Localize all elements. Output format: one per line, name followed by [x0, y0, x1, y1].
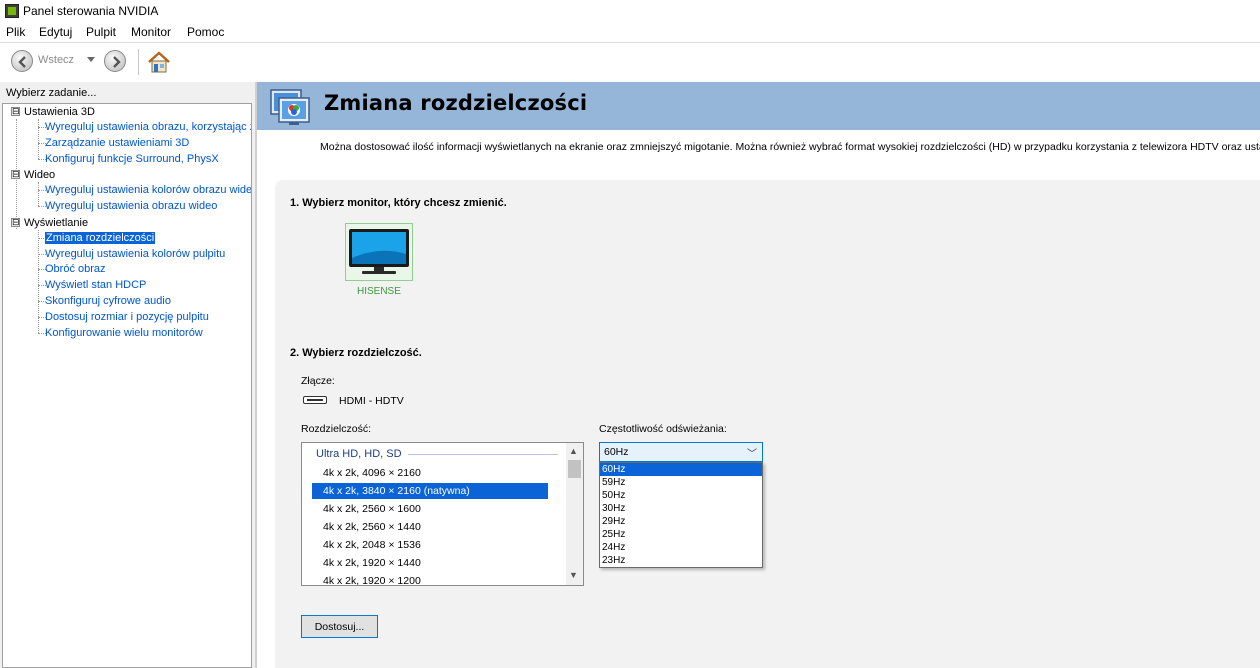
resolution-option[interactable]: 4k x 2k, 1920 × 1440 [312, 555, 548, 571]
monitor-tile[interactable] [345, 223, 413, 281]
connector-label: Złącze: [301, 375, 335, 387]
chevron-down-icon[interactable]: ﹀ [747, 445, 757, 460]
display-settings-icon [270, 89, 310, 125]
tree-group-label: Ustawienia 3D [24, 106, 95, 118]
page-description: Można dostosować ilość informacji wyświe… [320, 141, 1260, 153]
customize-button[interactable]: Dostosuj... [301, 615, 378, 638]
scroll-down-icon[interactable]: ▼ [569, 570, 578, 580]
group-divider [408, 454, 558, 455]
back-arrow-icon[interactable] [11, 50, 33, 72]
task-tree: ⊟ Ustawienia 3D Wyreguluj ustawienia obra… [2, 103, 252, 668]
resolution-group-header: Ultra HD, HD, SD [316, 448, 402, 460]
step2-heading: 2. Wybierz rozdzielczość. [290, 347, 422, 359]
tree-group-label: Wideo [24, 169, 56, 181]
resolution-list[interactable]: Ultra HD, HD, SD 4k x 2k, 4096 × 2160 4k… [301, 442, 584, 586]
tree-line [38, 182, 39, 206]
tree-item-hdcp-status[interactable]: Wyświetl stan HDCP [45, 279, 146, 291]
forward-arrow-icon[interactable] [104, 50, 126, 72]
refresh-option[interactable]: 23Hz [600, 554, 762, 567]
tree-item-adjust-image-settings[interactable]: Wyreguluj ustawienia obrazu, korzystając… [45, 121, 251, 133]
task-panel: Wybierz zadanie... ⊟ Ustawienia 3D Wyregu… [0, 82, 255, 668]
resolution-option[interactable]: 4k x 2k, 4096 × 2160 [312, 465, 548, 481]
scrollbar-thumb[interactable] [568, 460, 581, 478]
refresh-option[interactable]: 30Hz [600, 502, 762, 515]
menu-edit[interactable]: Edytuj [39, 25, 72, 39]
resolution-option-selected[interactable]: 4k x 2k, 3840 × 2160 (natywna) [312, 483, 548, 499]
tree-item-video-color-settings[interactable]: Wyreguluj ustawienia kolorów obrazu wide… [45, 184, 251, 196]
collapse-toggle-icon[interactable]: ⊟ [11, 170, 20, 179]
collapse-toggle-icon[interactable]: ⊟ [11, 218, 20, 227]
refresh-option[interactable]: 50Hz [600, 489, 762, 502]
tree-group-display[interactable]: ⊟ Wyświetlanie [11, 217, 88, 229]
tree-item-video-image-settings[interactable]: Wyreguluj ustawienia obrazu wideo [45, 200, 217, 212]
menu-desktop[interactable]: Pulpit [86, 25, 116, 39]
window-title: Panel sterowania NVIDIA [23, 4, 159, 18]
menu-bar: Plik Edytuj Pulpit Monitor Pomoc [0, 22, 1260, 42]
tree-item-desktop-size-position[interactable]: Dostosuj rozmiar i pozycję pulpitu [45, 311, 209, 323]
refresh-option[interactable]: 29Hz [600, 515, 762, 528]
settings-area: 1. Wybierz monitor, który chcesz zmienić… [275, 180, 1260, 668]
tree-group-video[interactable]: ⊟ Wideo [11, 169, 55, 181]
step1-heading: 1. Wybierz monitor, który chcesz zmienić… [290, 197, 507, 209]
refresh-rate-label: Częstotliwość odświeżania: [599, 423, 727, 435]
task-panel-header: Wybierz zadanie... [6, 87, 97, 99]
collapse-toggle-icon[interactable]: ⊟ [11, 107, 20, 116]
toolbar: Wstecz [0, 42, 1260, 80]
resolution-option[interactable]: 4k x 2k, 2560 × 1600 [312, 501, 548, 517]
tree-item-desktop-color-settings[interactable]: Wyreguluj ustawienia kolorów pulpitu [45, 248, 225, 260]
tree-group-label: Wyświetlanie [24, 217, 89, 229]
monitor-icon [349, 229, 409, 274]
resolution-option[interactable]: 4k x 2k, 1920 × 1200 [312, 573, 548, 585]
refresh-option[interactable]: 24Hz [600, 541, 762, 554]
chevron-down-icon[interactable] [87, 57, 95, 62]
refresh-rate-dropdown[interactable]: 60Hz 59Hz 50Hz 30Hz 29Hz 25Hz 24Hz 23Hz [599, 462, 763, 568]
resolution-option[interactable]: 4k x 2k, 2048 × 1536 [312, 537, 548, 553]
scroll-up-icon[interactable]: ▲ [569, 446, 578, 456]
page-title: Zmiana rozdzielczości [324, 91, 588, 115]
tree-item-rotate-display[interactable]: Obróć obraz [45, 263, 106, 275]
refresh-rate-value: 60Hz [604, 446, 629, 458]
tree-group-3d-settings[interactable]: ⊟ Ustawienia 3D [11, 106, 95, 118]
tree-line [38, 119, 39, 159]
resolution-label: Rozdzielczość: [301, 423, 372, 435]
back-button-label[interactable]: Wstecz [38, 54, 74, 66]
content-panel: Zmiana rozdzielczości Można dostosować i… [255, 82, 1260, 668]
refresh-option[interactable]: 59Hz [600, 476, 762, 489]
resolution-option[interactable]: 4k x 2k, 2560 × 1440 [312, 519, 548, 535]
page-header: Zmiana rozdzielczości [257, 82, 1260, 130]
menu-help[interactable]: Pomoc [187, 25, 224, 39]
tree-item-manage-3d-settings[interactable]: Zarządzanie ustawieniami 3D [45, 137, 189, 149]
refresh-option-selected[interactable]: 60Hz [600, 463, 762, 476]
refresh-option[interactable]: 25Hz [600, 528, 762, 541]
tree-item-configure-surround-physx[interactable]: Konfiguruj funkcje Surround, PhysX [45, 153, 219, 165]
monitor-name: HISENSE [357, 286, 401, 297]
hdmi-connector-icon [303, 396, 327, 404]
tree-item-digital-audio[interactable]: Skonfiguruj cyfrowe audio [45, 295, 171, 307]
home-icon[interactable] [146, 49, 172, 75]
nvidia-icon [5, 4, 19, 18]
toolbar-divider [138, 49, 139, 75]
tree-item-multiple-displays[interactable]: Konfigurowanie wielu monitorów [45, 327, 203, 339]
resolution-scrollbar[interactable]: ▲ ▼ [566, 443, 583, 585]
menu-monitor[interactable]: Monitor [131, 25, 171, 39]
connector-value: HDMI - HDTV [339, 395, 404, 407]
tree-item-change-resolution[interactable]: Zmiana rozdzielczości [45, 232, 156, 244]
title-bar: Panel sterowania NVIDIA [0, 0, 1260, 22]
refresh-rate-select[interactable]: 60Hz ﹀ [599, 442, 763, 462]
menu-file[interactable]: Plik [6, 25, 25, 39]
